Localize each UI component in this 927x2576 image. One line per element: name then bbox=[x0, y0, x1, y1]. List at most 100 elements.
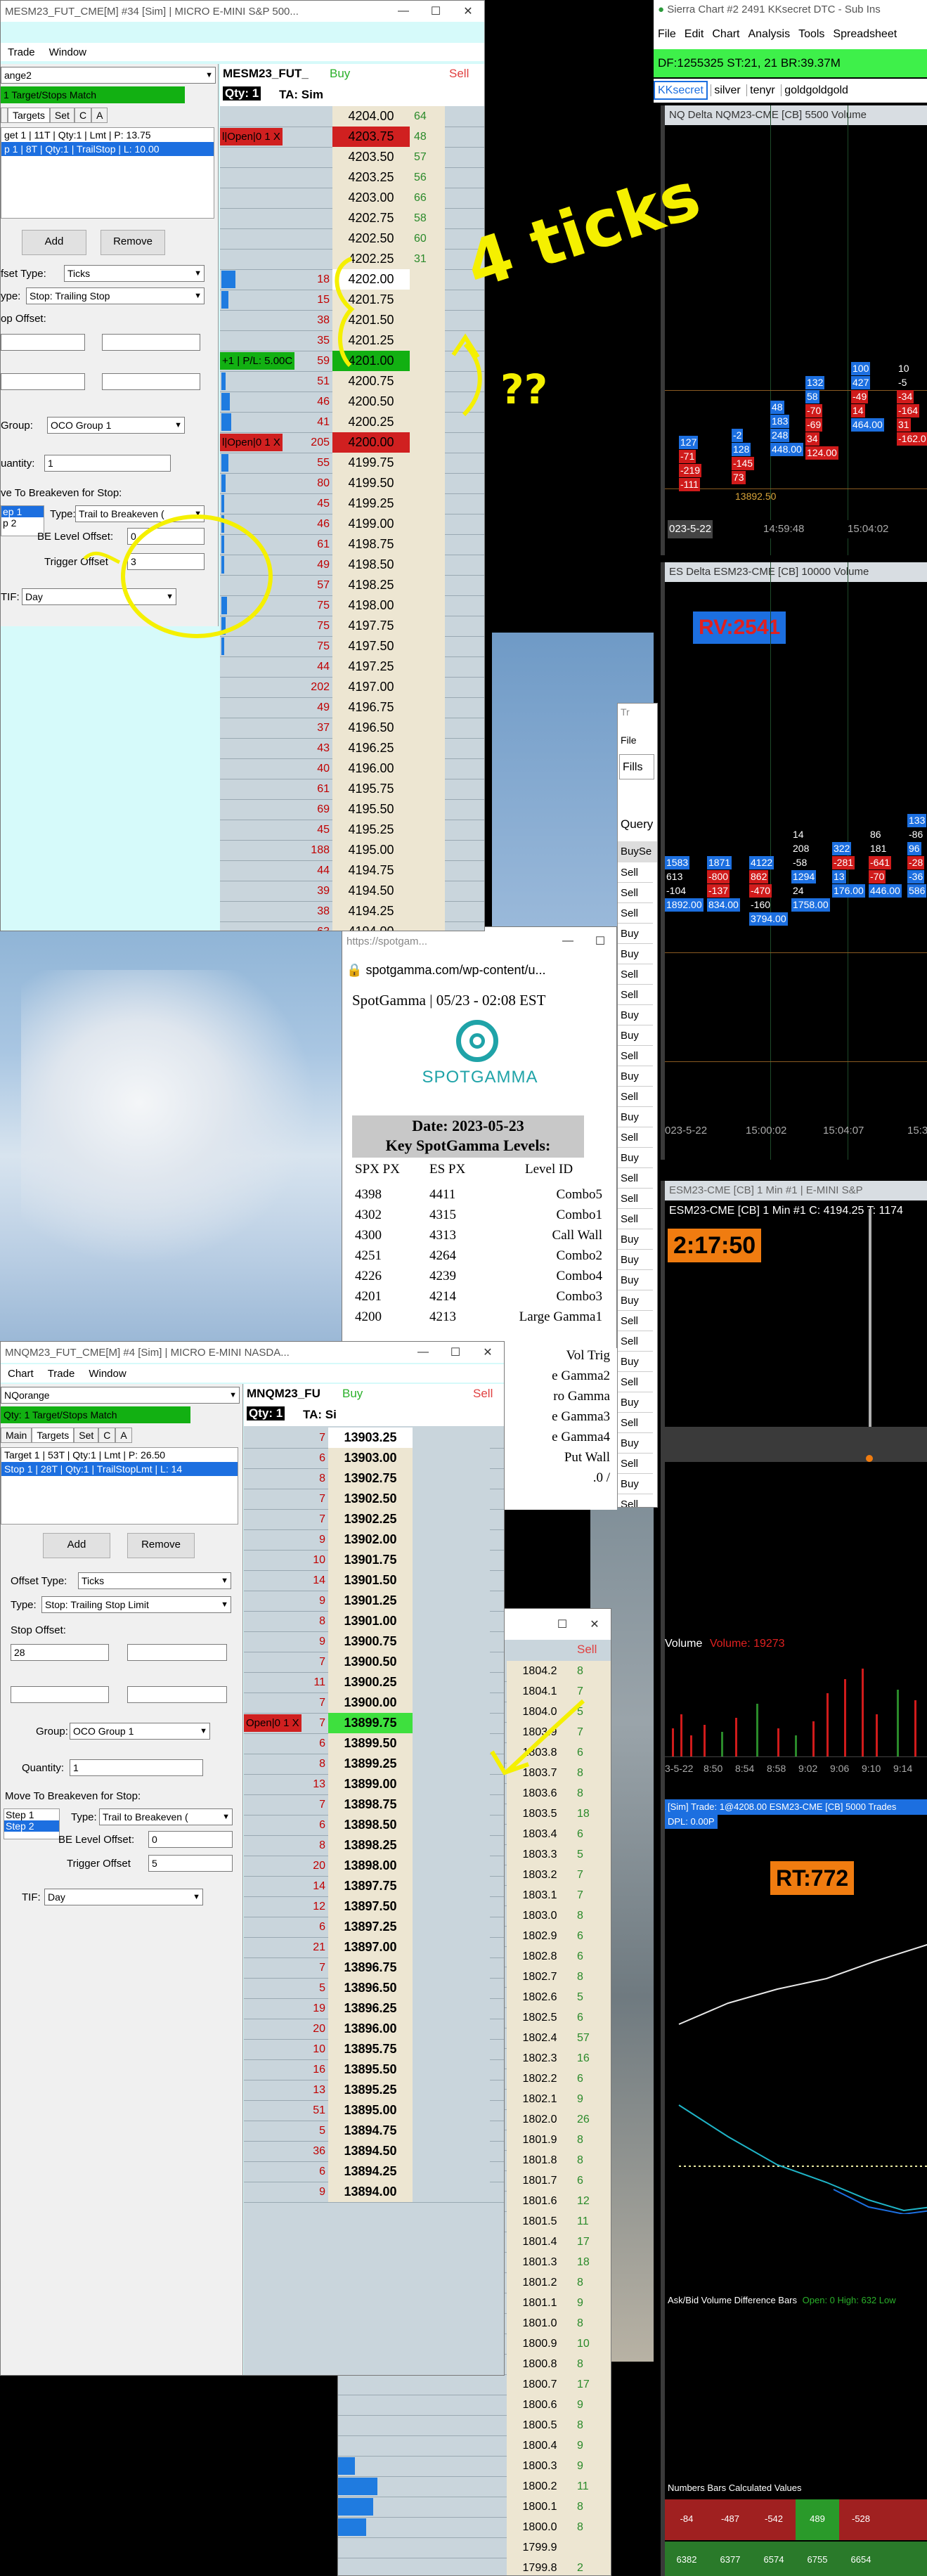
nq-dom-row[interactable]: 8 13899.25 bbox=[244, 1754, 504, 1775]
fill-side[interactable]: Sell bbox=[618, 883, 653, 903]
price-level[interactable]: 4200.00 bbox=[332, 432, 410, 453]
nq-dom-title-bar[interactable]: MNQM23_FUT_CME[M] #4 [Sim] | MICRO E-MIN… bbox=[1, 1342, 504, 1363]
price-level[interactable]: 13901.50 bbox=[328, 1570, 413, 1591]
back-dom-row[interactable]: 1800.0 8 bbox=[338, 2517, 611, 2538]
price-level[interactable]: 4203.75 bbox=[332, 127, 410, 147]
price-level[interactable]: 1804.1 bbox=[507, 1681, 573, 1702]
sierra-title-bar[interactable]: ● Sierra Chart #2 2491 KKsecret DTC - Su… bbox=[654, 0, 927, 20]
price-level[interactable]: 1801.3 bbox=[507, 2252, 573, 2272]
stop-1-row[interactable]: Stop 1 | 28T | Qty:1 | TrailStopLmt | L:… bbox=[1, 1462, 238, 1476]
nq-dom-row[interactable]: 6 13903.00 bbox=[244, 1448, 504, 1469]
price-level[interactable]: 4197.75 bbox=[332, 616, 410, 636]
minimize-icon[interactable]: — bbox=[387, 5, 420, 18]
price-level[interactable]: 4196.00 bbox=[332, 758, 410, 779]
price-level[interactable]: 4198.75 bbox=[332, 534, 410, 555]
price-level[interactable]: 4202.75 bbox=[332, 208, 410, 228]
price-level[interactable]: 13894.25 bbox=[328, 2161, 413, 2182]
tab-targets[interactable]: Targets bbox=[32, 1428, 74, 1443]
price-level[interactable]: 1801.9 bbox=[507, 2130, 573, 2150]
es-dom-row[interactable]: 75 4198.00 bbox=[220, 595, 484, 616]
nq-targets-list[interactable]: Target 1 | 53T | Qty:1 | Lmt | P: 26.50 … bbox=[1, 1447, 238, 1525]
step-2[interactable]: Step 2 bbox=[4, 1820, 59, 1832]
nq-dom-row[interactable]: 7 13898.75 bbox=[244, 1794, 504, 1816]
price-level[interactable]: 1801.6 bbox=[507, 2191, 573, 2211]
price-level[interactable]: 1802.2 bbox=[507, 2069, 573, 2089]
nq-dom-row[interactable]: 7 13902.25 bbox=[244, 1509, 504, 1530]
es-dom-row[interactable]: 188 4195.00 bbox=[220, 840, 484, 861]
fill-side[interactable]: Buy bbox=[618, 1270, 653, 1290]
price-level[interactable]: 1802.0 bbox=[507, 2109, 573, 2130]
nq-dom-row[interactable]: 7 13900.50 bbox=[244, 1652, 504, 1673]
spotgamma-title-bar[interactable]: https://spotgam... — ☐ bbox=[342, 927, 616, 955]
fill-side[interactable]: Sell bbox=[618, 1413, 653, 1433]
price-level[interactable]: 4194.75 bbox=[332, 860, 410, 881]
price-level[interactable]: 1801.7 bbox=[507, 2170, 573, 2191]
price-level[interactable]: 1802.7 bbox=[507, 1967, 573, 1987]
nq-dom-row[interactable]: 5 13896.50 bbox=[244, 1978, 504, 1999]
breakeven-steps[interactable]: Step 1 Step 2 bbox=[4, 1808, 60, 1839]
fill-side[interactable]: Sell bbox=[618, 862, 653, 883]
fill-side[interactable]: Sell bbox=[618, 1127, 653, 1148]
es-dom-row[interactable]: 46 4199.00 bbox=[220, 514, 484, 535]
price-level[interactable]: 4201.00 bbox=[332, 351, 410, 371]
nq-dom-row[interactable]: 11 13900.25 bbox=[244, 1672, 504, 1693]
price-level[interactable]: 4196.75 bbox=[332, 697, 410, 718]
price-level[interactable]: 1802.3 bbox=[507, 2048, 573, 2069]
nq-dom-row[interactable]: 7 13899.75 Open|0 1 X bbox=[244, 1713, 504, 1734]
nq-symbol-select[interactable]: NQorange ▼ bbox=[1, 1387, 240, 1404]
menu-chart[interactable]: Chart bbox=[1, 1368, 41, 1380]
offset-type-select[interactable]: Ticks ▼ bbox=[78, 1572, 231, 1589]
price-level[interactable]: 1800.5 bbox=[507, 2415, 573, 2435]
price-level[interactable]: 1800.3 bbox=[507, 2456, 573, 2476]
sierra-tab-goldgoldgold[interactable]: goldgoldgold bbox=[781, 84, 851, 96]
price-level[interactable]: 13899.75 bbox=[328, 1713, 413, 1733]
price-level[interactable]: 4195.75 bbox=[332, 779, 410, 799]
tab-a[interactable]: A bbox=[115, 1428, 132, 1443]
es-dom-row[interactable]: 38 4194.25 bbox=[220, 901, 484, 922]
es-dom-row[interactable]: 37 4196.50 bbox=[220, 718, 484, 739]
fill-side[interactable]: Buy bbox=[618, 1066, 653, 1087]
price-level[interactable]: 1800.2 bbox=[507, 2476, 573, 2497]
price-level[interactable]: 1801.8 bbox=[507, 2150, 573, 2170]
es-dom-row[interactable]: 4203.25 56 bbox=[220, 167, 484, 188]
fill-side[interactable]: Buy bbox=[618, 1474, 653, 1494]
nq-dom-row[interactable]: 21 13897.00 bbox=[244, 1937, 504, 1958]
nq-dom-row[interactable]: 10 13901.75 bbox=[244, 1550, 504, 1571]
nq-dom-row[interactable]: 8 13902.75 bbox=[244, 1468, 504, 1489]
trade-activity-title[interactable]: Tr bbox=[621, 706, 630, 718]
nq-dom-row[interactable]: 7 13903.25 bbox=[244, 1428, 504, 1449]
nq-dom-row[interactable]: 8 13898.25 bbox=[244, 1835, 504, 1856]
es-dom-row[interactable]: 35 4201.25 bbox=[220, 330, 484, 351]
nq-dom-row[interactable]: 6 13897.25 bbox=[244, 1917, 504, 1938]
fill-side[interactable]: Sell bbox=[618, 1046, 653, 1066]
es-dom-row[interactable]: 45 4199.25 bbox=[220, 493, 484, 514]
price-level[interactable]: 1803.3 bbox=[507, 1844, 573, 1865]
price-level[interactable]: 13901.00 bbox=[328, 1611, 413, 1631]
minimize-icon[interactable]: — bbox=[407, 1346, 439, 1359]
fill-side[interactable]: Buy bbox=[618, 1005, 653, 1025]
price-level[interactable]: 13901.25 bbox=[328, 1591, 413, 1611]
be-type-select[interactable]: Trail to Breakeven (▼ bbox=[99, 1808, 233, 1825]
es-dom-title-bar[interactable]: MESM23_FUT_CME[M] #34 [Sim] | MICRO E-MI… bbox=[1, 1, 484, 22]
nq-dom-row[interactable]: 6 13894.25 bbox=[244, 2161, 504, 2182]
close-icon[interactable]: ✕ bbox=[452, 4, 484, 18]
price-level[interactable]: 1799.9 bbox=[507, 2537, 573, 2558]
fill-side[interactable]: Sell bbox=[618, 1454, 653, 1474]
step-1[interactable]: Step 1 bbox=[4, 1809, 59, 1820]
es-dom-row[interactable]: 51 4200.75 bbox=[220, 371, 484, 392]
price-level[interactable]: 1801.5 bbox=[507, 2211, 573, 2232]
nq-dom-row[interactable]: 9 13901.25 bbox=[244, 1591, 504, 1612]
price-level[interactable]: 13900.50 bbox=[328, 1652, 413, 1672]
step-1[interactable]: ep 1 bbox=[1, 506, 44, 517]
es-dom-row[interactable]: 57 4198.25 bbox=[220, 575, 484, 596]
add-button[interactable]: Add bbox=[22, 230, 86, 255]
price-level[interactable]: 4203.00 bbox=[332, 188, 410, 208]
fill-side[interactable]: Buy bbox=[618, 944, 653, 964]
es-dom-row[interactable]: 49 4196.75 bbox=[220, 697, 484, 718]
stop-offset-input-4[interactable] bbox=[102, 373, 200, 390]
es-dom-row[interactable]: 4203.00 66 bbox=[220, 188, 484, 209]
es-dom-row[interactable]: 4202.50 60 bbox=[220, 228, 484, 250]
back-dom-row[interactable]: 1799.9 bbox=[338, 2537, 611, 2558]
price-level[interactable]: 13898.50 bbox=[328, 1815, 413, 1835]
price-level[interactable]: 13895.75 bbox=[328, 2039, 413, 2059]
